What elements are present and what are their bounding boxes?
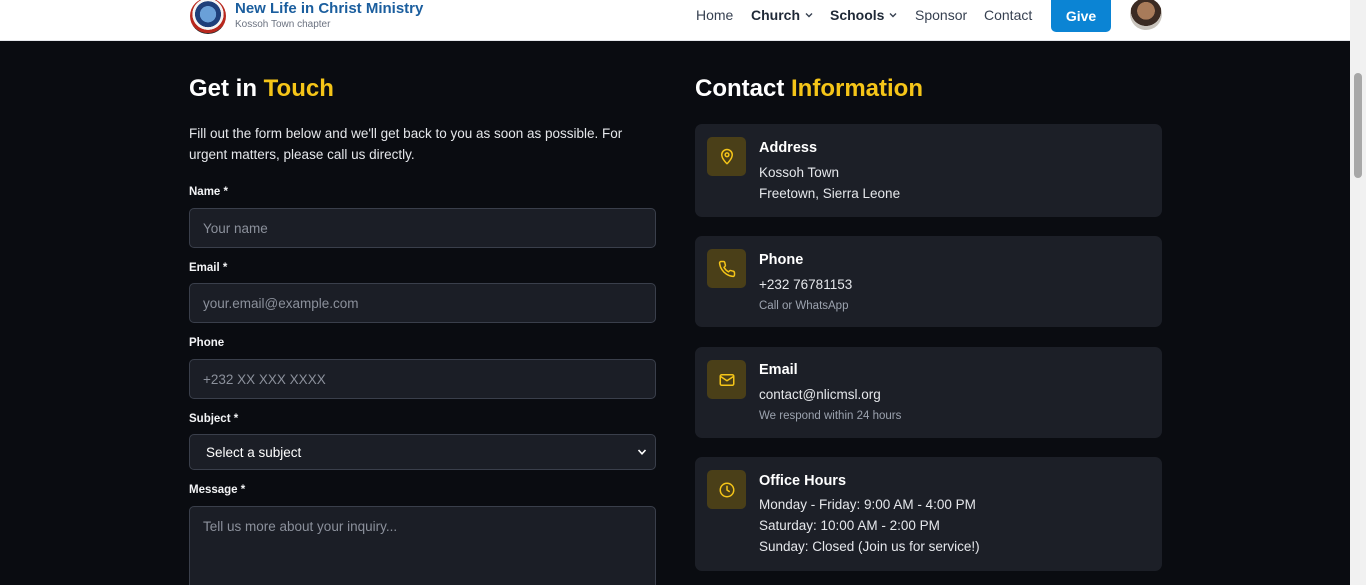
user-avatar[interactable]	[1130, 0, 1162, 30]
message-textarea[interactable]: Tell us more about your inquiry...	[189, 506, 656, 585]
nav-church-label: Church	[751, 7, 800, 23]
nav-home[interactable]: Home	[696, 7, 733, 23]
form-intro: Fill out the form below and we'll get ba…	[189, 126, 623, 162]
nav-sponsor-label: Sponsor	[915, 7, 968, 23]
email-address[interactable]: contact@nlicmsl.org	[759, 387, 881, 402]
mail-icon	[707, 360, 746, 399]
brand-subtitle: Kossoh Town chapter	[235, 19, 331, 30]
nav-contact-label: Contact	[984, 7, 1033, 23]
hours-weekday: Monday - Friday: 9:00 AM - 4:00 PM	[759, 497, 976, 512]
give-button[interactable]: Give	[1051, 0, 1111, 32]
location-pin-icon	[707, 137, 746, 176]
email-input[interactable]: your.email@example.com	[189, 283, 656, 323]
phone-card: Phone +232 76781153 Call or WhatsApp	[695, 236, 1162, 327]
email-label: Email *	[189, 262, 228, 274]
chevron-down-icon	[805, 13, 813, 18]
email-card: Email contact@nlicmsl.org We respond wit…	[695, 347, 1162, 438]
office-hours-card: Office Hours Monday - Friday: 9:00 AM - …	[695, 457, 1162, 571]
hours-saturday: Saturday: 10:00 AM - 2:00 PM	[759, 518, 940, 533]
nav-sponsor[interactable]: Sponsor	[915, 7, 967, 23]
address-line2: Freetown, Sierra Leone	[759, 186, 901, 201]
name-label: Name *	[189, 186, 228, 198]
form-heading: Get in Touch	[189, 75, 334, 103]
message-label: Message *	[189, 484, 246, 496]
phone-title: Phone	[759, 252, 804, 268]
address-line1: Kossoh Town	[759, 165, 840, 180]
office-hours-title: Office Hours	[759, 473, 847, 489]
nav-schools[interactable]: Schools	[830, 7, 898, 23]
phone-input[interactable]: +232 XX XXX XXXX	[189, 359, 656, 399]
address-title: Address	[759, 140, 818, 156]
subject-select[interactable]: Select a subject	[189, 434, 656, 470]
form-heading-part1: Get in	[189, 75, 264, 102]
contact-info-heading: Contact Information	[695, 75, 923, 103]
scrollbar-thumb[interactable]	[1354, 73, 1362, 178]
nav-contact[interactable]: Contact	[984, 7, 1032, 23]
phone-number[interactable]: +232 76781153	[759, 277, 852, 292]
address-card: Address Kossoh Town Freetown, Sierra Leo…	[695, 124, 1162, 217]
chevron-down-icon	[889, 13, 897, 18]
name-input[interactable]: Your name	[189, 208, 656, 248]
phone-note: Call or WhatsApp	[759, 300, 849, 312]
subject-label: Subject *	[189, 413, 239, 425]
contact-heading-accent: Information	[791, 75, 923, 102]
phone-icon	[707, 249, 746, 288]
nav-schools-label: Schools	[830, 7, 885, 23]
nav-church[interactable]: Church	[751, 7, 814, 23]
email-note: We respond within 24 hours	[759, 410, 902, 422]
ministry-logo-icon[interactable]	[190, 0, 226, 34]
site-header: New Life in Christ Ministry Kossoh Town …	[0, 0, 1350, 41]
form-heading-accent: Touch	[263, 75, 334, 102]
phone-label: Phone	[189, 337, 225, 349]
clock-icon	[707, 470, 746, 509]
email-title: Email	[759, 362, 798, 378]
nav-home-label: Home	[696, 7, 734, 23]
contact-heading-part1: Contact	[695, 75, 791, 102]
subject-select-value: Select a subject	[206, 444, 302, 460]
brand-title[interactable]: New Life in Christ Ministry	[235, 0, 423, 17]
chevron-down-icon	[637, 449, 647, 455]
hours-sunday: Sunday: Closed (Join us for service!)	[759, 539, 980, 554]
